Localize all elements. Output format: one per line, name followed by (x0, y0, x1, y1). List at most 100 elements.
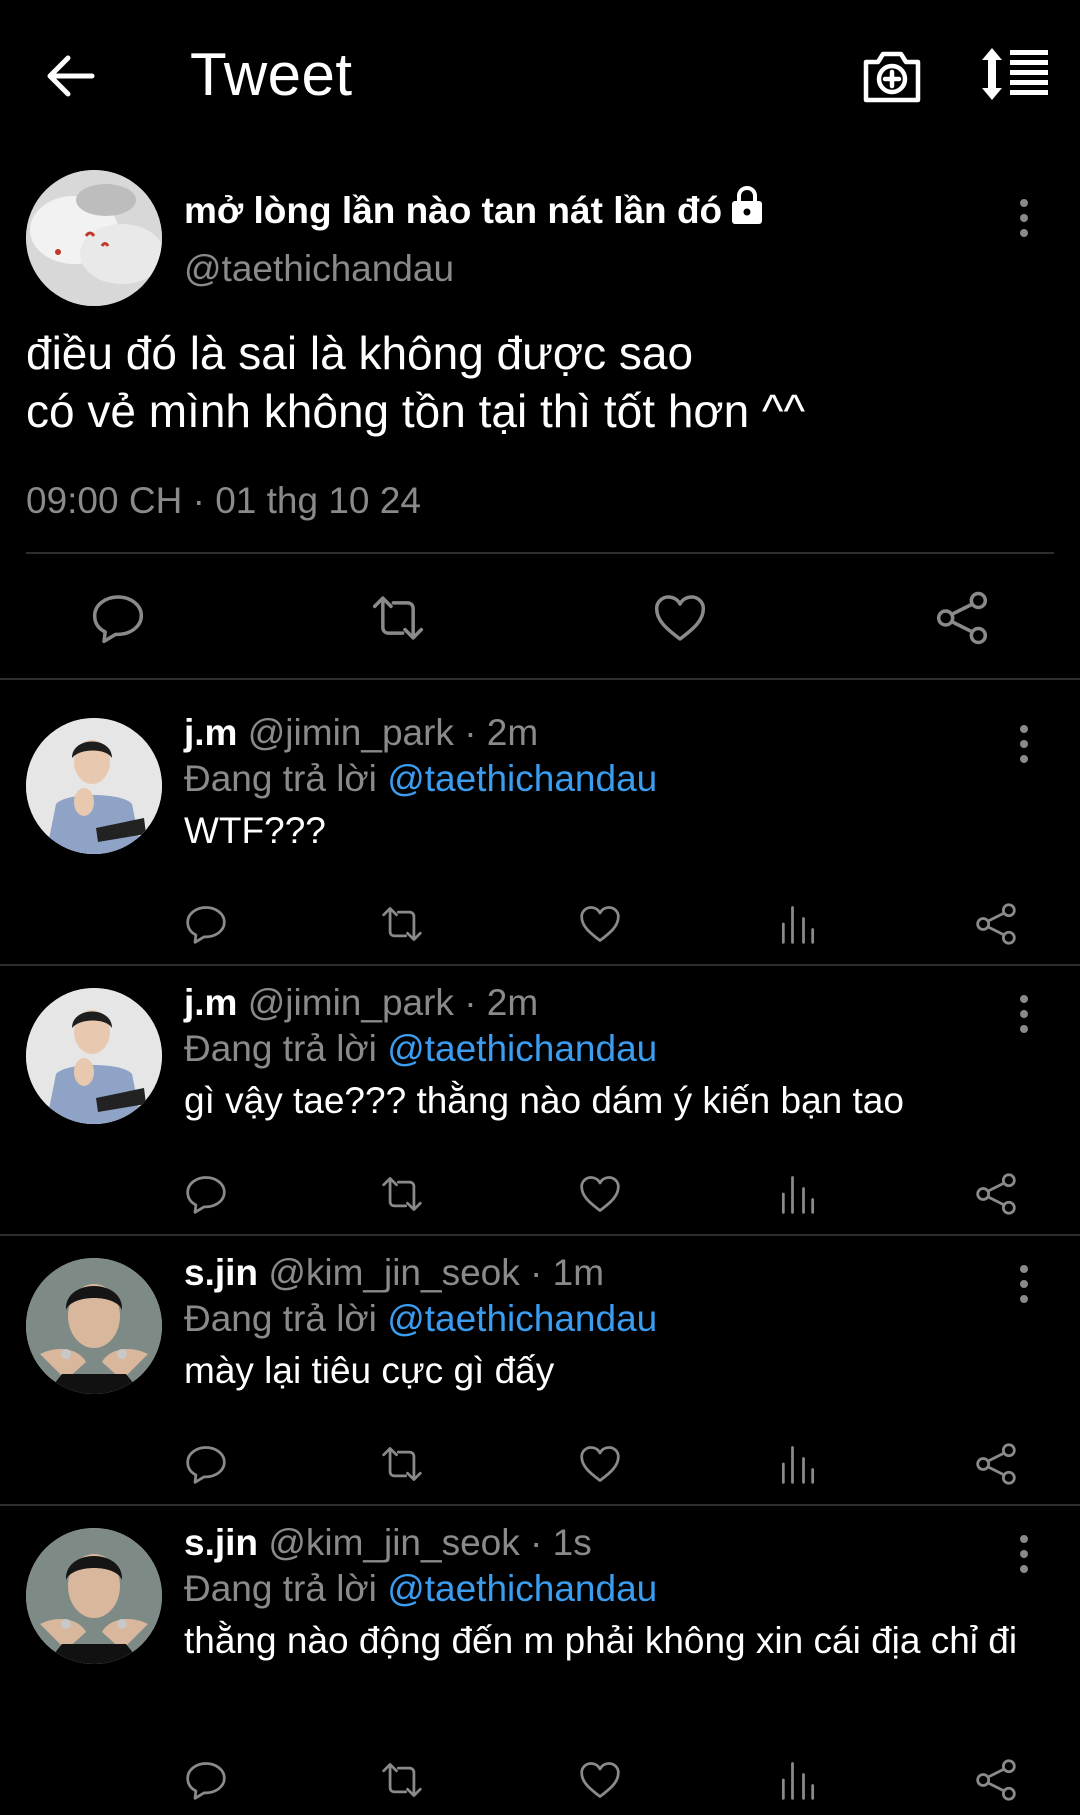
retweet-button[interactable] (380, 1758, 424, 1802)
view-stats-button[interactable] (776, 1758, 820, 1802)
like-button[interactable] (652, 590, 708, 646)
share-button[interactable] (974, 1172, 1018, 1216)
retweet-button[interactable] (380, 902, 424, 946)
reply-text: gì vậy tae??? thằng nào dám ý kiến bạn t… (184, 1080, 904, 1121)
more-options-button[interactable] (1012, 1262, 1036, 1306)
more-vertical-icon (1012, 1532, 1036, 1576)
like-icon (578, 1758, 622, 1802)
reply-icon (90, 590, 146, 646)
author-display-name[interactable]: mở lòng lần nào tan nát lần đó (184, 186, 764, 232)
retweet-button[interactable] (380, 1172, 424, 1216)
reply-header: s.jin @kim_jin_seok · 1m (184, 1252, 604, 1294)
avatar-image (26, 1528, 162, 1664)
retweet-icon (370, 590, 426, 646)
page-title: Tweet (190, 41, 353, 108)
share-icon (974, 1172, 1018, 1216)
like-button[interactable] (578, 902, 622, 946)
reply-button[interactable] (184, 1442, 228, 1486)
more-options-button[interactable] (1012, 1532, 1036, 1576)
share-icon (934, 590, 990, 646)
share-button[interactable] (934, 590, 990, 646)
reply-tweet[interactable]: j.m @jimin_park · 2m Đang trả lời @taeth… (0, 952, 1080, 1222)
replying-to-mention[interactable]: @taethichandau (387, 1298, 657, 1339)
reply-text: WTF??? (184, 810, 326, 851)
like-icon (578, 1172, 622, 1216)
retweet-icon (380, 902, 424, 946)
reply-tweet[interactable]: s.jin @kim_jin_seok · 1s Đang trả lời @t… (0, 1492, 1080, 1815)
more-options-button[interactable] (1012, 196, 1036, 240)
reply-icon (184, 1758, 228, 1802)
like-icon (652, 590, 708, 646)
reply-display-name[interactable]: j.m (184, 982, 237, 1023)
share-button[interactable] (974, 1442, 1018, 1486)
replying-to: Đang trả lời @taethichandau (184, 758, 657, 800)
reply-button[interactable] (184, 902, 228, 946)
reply-avatar[interactable] (26, 718, 162, 854)
share-icon (974, 1758, 1018, 1802)
tweet-timestamp: 09:00 CH · 01 thg 10 24 (26, 480, 421, 521)
reply-display-name[interactable]: s.jin (184, 1522, 258, 1563)
reply-handle-time: @kim_jin_seok · 1m (268, 1252, 605, 1293)
like-button[interactable] (578, 1758, 622, 1802)
view-stats-button[interactable] (776, 902, 820, 946)
replying-to-mention[interactable]: @taethichandau (387, 758, 657, 799)
reply-text: mày lại tiêu cực gì đấy (184, 1350, 555, 1391)
more-vertical-icon (1012, 992, 1036, 1036)
sort-replies-button[interactable] (980, 46, 1052, 102)
reply-avatar[interactable] (26, 1528, 162, 1664)
reply-header: j.m @jimin_park · 2m (184, 982, 538, 1024)
replying-to-mention[interactable]: @taethichandau (387, 1568, 657, 1609)
like-button[interactable] (578, 1442, 622, 1486)
retweet-icon (380, 1442, 424, 1486)
reply-handle-time: @jimin_park · 2m (247, 712, 539, 753)
more-vertical-icon (1012, 1262, 1036, 1306)
reply-icon (184, 902, 228, 946)
share-icon (974, 902, 1018, 946)
like-icon (578, 1442, 622, 1486)
share-button[interactable] (974, 902, 1018, 946)
reply-text: thằng nào động đến m phải không xin cái … (184, 1620, 1018, 1661)
retweet-icon (380, 1172, 424, 1216)
more-options-button[interactable] (1012, 992, 1036, 1036)
reply-display-name[interactable]: s.jin (184, 1252, 258, 1293)
reply-avatar[interactable] (26, 988, 162, 1124)
replying-to-label: Đang trả lời (184, 758, 377, 799)
share-icon (974, 1442, 1018, 1486)
lock-icon (730, 186, 764, 226)
author-handle[interactable]: @taethichandau (184, 248, 454, 290)
camera-button[interactable] (860, 46, 924, 106)
view-stats-button[interactable] (776, 1172, 820, 1216)
like-button[interactable] (578, 1172, 622, 1216)
replying-to-label: Đang trả lời (184, 1568, 377, 1609)
stats-icon (776, 1442, 820, 1486)
retweet-button[interactable] (370, 590, 426, 646)
reply-header: j.m @jimin_park · 2m (184, 712, 538, 754)
view-stats-button[interactable] (776, 1442, 820, 1486)
reply-handle-time: @kim_jin_seok · 1s (268, 1522, 592, 1563)
reply-button[interactable] (184, 1172, 228, 1216)
reply-tweet[interactable]: s.jin @kim_jin_seok · 1m Đang trả lời @t… (0, 1222, 1080, 1492)
stats-icon (776, 1172, 820, 1216)
reply-button[interactable] (90, 590, 146, 646)
reply-handle-time: @jimin_park · 2m (247, 982, 539, 1023)
reply-display-name[interactable]: j.m (184, 712, 237, 753)
reply-tweet[interactable]: j.m @jimin_park · 2m Đang trả lời @taeth… (0, 682, 1080, 952)
share-button[interactable] (974, 1758, 1018, 1802)
avatar-image (26, 988, 162, 1124)
author-avatar[interactable] (26, 170, 162, 306)
back-button[interactable] (40, 44, 104, 108)
replying-to-label: Đang trả lời (184, 1298, 377, 1339)
replying-to: Đang trả lời @taethichandau (184, 1298, 657, 1340)
reply-button[interactable] (184, 1758, 228, 1802)
camera-plus-icon (863, 51, 921, 103)
replying-to-label: Đang trả lời (184, 1028, 377, 1069)
avatar-image (26, 170, 162, 306)
replying-to-mention[interactable]: @taethichandau (387, 1028, 657, 1069)
retweet-button[interactable] (380, 1442, 424, 1486)
reply-avatar[interactable] (26, 1258, 162, 1394)
main-tweet: mở lòng lần nào tan nát lần đó @taethich… (0, 148, 1080, 678)
more-options-button[interactable] (1012, 722, 1036, 766)
arrow-left-icon (47, 55, 95, 97)
divider (26, 552, 1054, 554)
replying-to: Đang trả lời @taethichandau (184, 1568, 657, 1610)
